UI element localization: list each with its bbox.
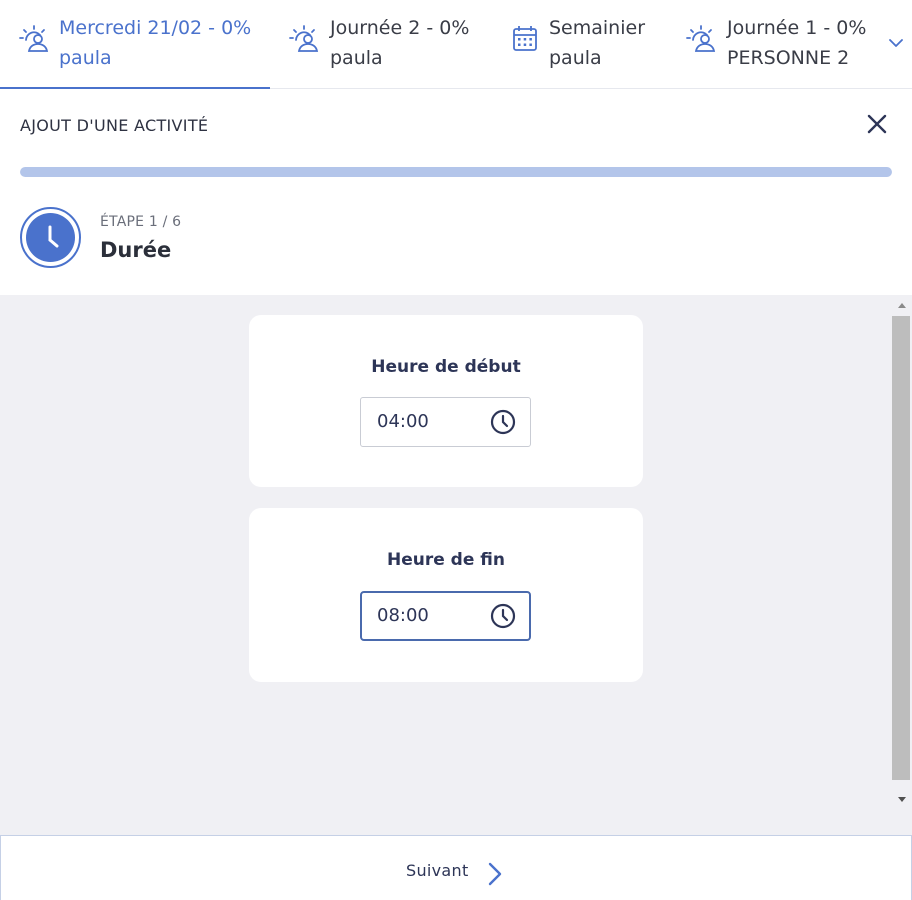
scrollbar-thumb[interactable]	[892, 316, 910, 780]
progress-bar	[20, 167, 892, 177]
scroll-up-arrow[interactable]	[898, 303, 906, 308]
tab-mercredi[interactable]: Mercredi 21/02 - 0% paula	[0, 0, 270, 89]
end-time-input[interactable]: 08:00	[360, 591, 531, 641]
tab-semainier[interactable]: Semainier paula	[492, 0, 678, 88]
panel-title: AJOUT D'UNE ACTIVITÉ	[20, 116, 209, 135]
scroll-down-arrow[interactable]	[898, 797, 906, 802]
end-time-label: Heure de fin	[386, 550, 505, 570]
tab-journee-1[interactable]: Journée 1 - 0% PERSONNE 2	[678, 0, 878, 88]
end-time-value: 08:00	[377, 605, 429, 626]
step-counter: ÉTAPE 1 / 6	[100, 214, 182, 230]
start-time-value: 04:00	[377, 411, 429, 432]
tab-label: Semainier paula	[549, 17, 646, 69]
tab-label: Mercredi 21/02 - 0% paula	[59, 17, 252, 69]
start-time-card: Heure de début 04:00	[249, 315, 643, 487]
clock-icon[interactable]	[490, 409, 516, 435]
tab-journee-2[interactable]: Journée 2 - 0% paula	[270, 0, 492, 88]
clock-icon	[48, 225, 59, 248]
start-time-input[interactable]: 04:00	[360, 397, 531, 447]
next-button[interactable]: Suivant	[391, 846, 531, 890]
sunrise-person-icon	[686, 25, 716, 52]
tab-bar: Mercredi 21/02 - 0% paula Journée 2 - 0% p…	[0, 0, 912, 89]
sunrise-person-icon	[289, 25, 319, 52]
scrollbar[interactable]	[892, 295, 912, 810]
chevron-down-icon[interactable]	[884, 31, 908, 55]
step-badge	[20, 207, 81, 268]
close-icon[interactable]	[864, 111, 890, 137]
footer: Suivant	[0, 835, 912, 900]
start-time-label: Heure de début	[371, 357, 521, 377]
tab-label: Journée 2 - 0% paula	[330, 17, 470, 69]
form-content: Heure de début 04:00 Heure de fin 08:00	[0, 295, 912, 835]
progress-fill	[20, 167, 892, 177]
step-title: Durée	[100, 238, 172, 262]
end-time-card: Heure de fin 08:00	[249, 508, 643, 682]
tab-label: Journée 1 - 0% PERSONNE 2	[727, 17, 867, 69]
sunrise-person-icon	[19, 25, 49, 52]
chevron-right-icon	[488, 862, 502, 886]
calendar-icon	[513, 26, 537, 51]
next-button-label: Suivant	[406, 861, 469, 880]
clock-icon[interactable]	[490, 603, 516, 629]
